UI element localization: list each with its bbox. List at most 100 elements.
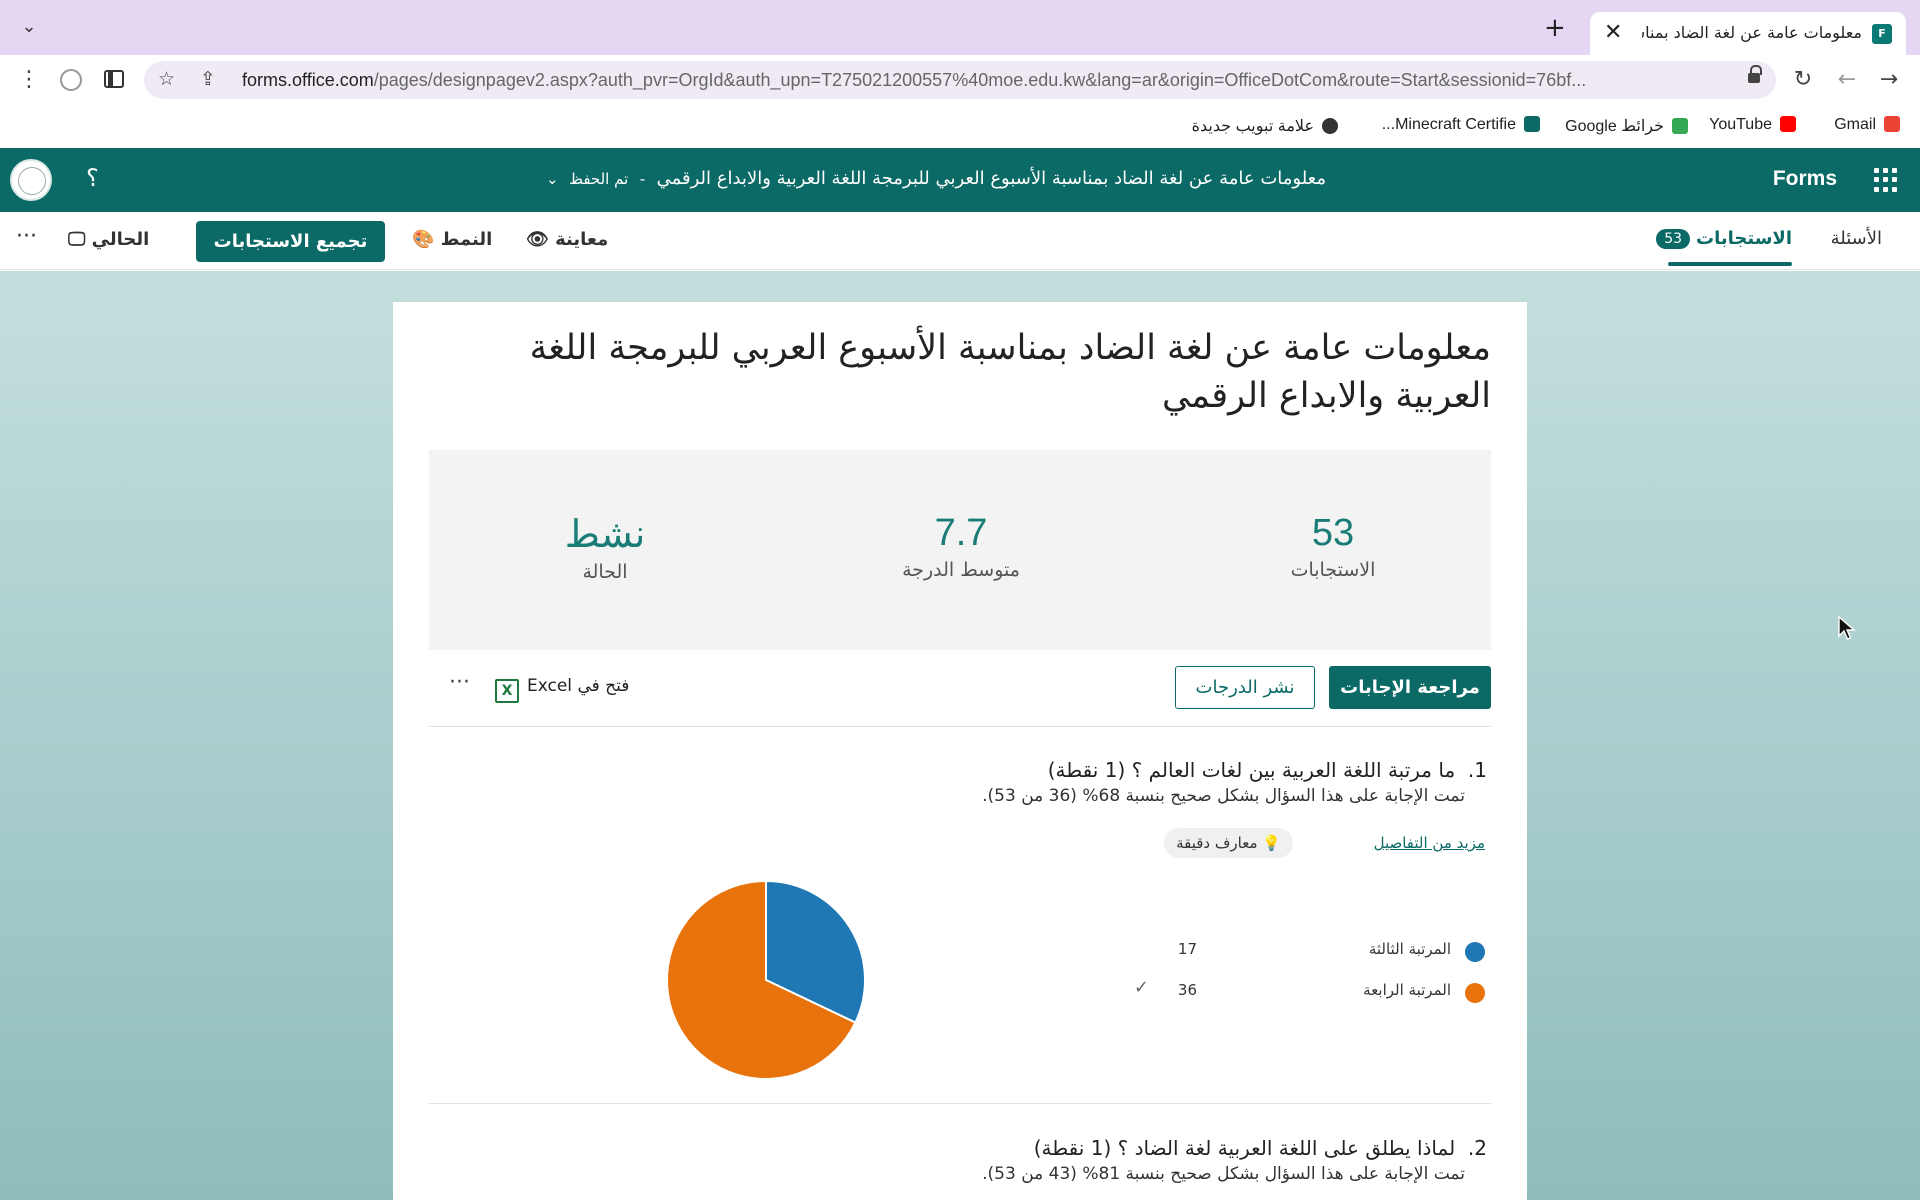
question-summary: تمت الإجابة على هذا السؤال بشكل صحيح بنس…: [982, 786, 1465, 806]
close-tab-icon[interactable]: ✕: [1604, 20, 1622, 45]
bookmark-youtube[interactable]: YouTube: [1709, 116, 1796, 134]
globe-icon: [1322, 118, 1338, 134]
divider: [429, 726, 1491, 727]
stat-label: الحالة: [582, 561, 628, 583]
side-panel-icon[interactable]: [104, 70, 124, 88]
more-details-link[interactable]: مزيد من التفاصيل: [1374, 834, 1485, 852]
collect-responses-button[interactable]: تجميع الاستجابات: [196, 221, 385, 262]
maps-icon: [1672, 118, 1688, 134]
google-icon: [1884, 116, 1900, 132]
present-label: الحالي: [91, 229, 150, 250]
legend-label: المرتبة الثالثة: [1368, 940, 1451, 958]
eye-icon: 👁: [526, 229, 549, 250]
chevron-down-icon[interactable]: ⌄: [546, 170, 563, 188]
tab-list-chevron-icon[interactable]: ⌄: [14, 16, 44, 40]
legend-item: المرتبة الرابعة 36 ✓: [1085, 977, 1485, 1007]
legend-label: المرتبة الرابعة: [1363, 981, 1451, 999]
tab-title: معلومات عامة عن لغة الضاد بمناسبة: [1642, 23, 1862, 42]
divider: [429, 1103, 1491, 1104]
stat-label: متوسط الدرجة: [902, 559, 1020, 581]
document-title-text: معلومات عامة عن لغة الضاد بمناسبة الأسبو…: [656, 168, 1326, 189]
more-options-icon[interactable]: ···: [16, 224, 37, 249]
tab-responses-label: الاستجابات: [1696, 228, 1792, 249]
legend-item: المرتبة الثالثة 17: [1085, 936, 1485, 966]
browser-tab-active[interactable]: F معلومات عامة عن لغة الضاد بمناسبة ✕: [1590, 12, 1906, 55]
stat-average-score: 7.7 متوسط الدرجة: [841, 512, 1081, 581]
bookmark-gmail[interactable]: Gmail: [1834, 116, 1900, 134]
app-launcher-icon[interactable]: [1874, 168, 1898, 192]
url-host: forms.office.com: [242, 70, 374, 90]
question-number: 1.: [1467, 758, 1487, 782]
lock-icon[interactable]: [1748, 65, 1762, 85]
publish-scores-button[interactable]: نشر الدرجات: [1175, 666, 1315, 709]
legend-count: 36: [1177, 981, 1197, 999]
question-text: لماذا يطلق على اللغة العربية لغة الضاد ؟…: [1033, 1136, 1456, 1160]
address-bar[interactable]: ☆ ⇪ forms.office.com/pages/designpagev2.…: [144, 61, 1776, 99]
document-title[interactable]: معلومات عامة عن لغة الضاد بمناسبة الأسبو…: [546, 168, 1326, 189]
bookmarks-bar: Gmail YouTube خرائط Google Minecraft Cer…: [0, 106, 1920, 148]
back-arrow-icon[interactable]: ←: [1832, 65, 1862, 95]
legend-swatch: [1465, 983, 1485, 1003]
monitor-icon: 🖵: [68, 229, 86, 250]
style-label: النمط: [440, 229, 493, 250]
url-text[interactable]: forms.office.com/pages/designpagev2.aspx…: [242, 70, 1732, 91]
preview-button[interactable]: معاينة 👁: [526, 229, 608, 250]
insights-label: معارف دقيقة: [1176, 834, 1258, 852]
form-title: معلومات عامة عن لغة الضاد بمناسبة الأسبو…: [529, 328, 1491, 416]
summary-stats: 53 الاستجابات 7.7 متوسط الدرجة نشط الحال…: [429, 450, 1491, 650]
saved-separator: -: [639, 170, 646, 188]
pie-chart: [666, 879, 866, 1080]
insights-chip[interactable]: 💡 معارف دقيقة: [1164, 828, 1293, 858]
palette-icon: 🎨: [412, 229, 435, 250]
url-path: /pages/designpagev2.aspx?auth_pvr=OrgId&…: [373, 70, 1587, 90]
stat-value: 53: [1311, 512, 1355, 554]
results-actions: مراجعة الإجابات نشر الدرجات فتح في Excel…: [429, 666, 1491, 710]
correct-check-icon: ✓: [1133, 977, 1149, 998]
present-button[interactable]: الحالي 🖵: [68, 229, 149, 250]
open-in-excel-button[interactable]: فتح في Excel X: [495, 676, 629, 703]
open-in-excel-label: فتح في Excel: [527, 676, 630, 696]
mouse-cursor-icon: [1838, 616, 1856, 640]
question-2: 2. لماذا يطلق على اللغة العربية لغة الضا…: [487, 1136, 1487, 1184]
forms-app-bar: Forms معلومات عامة عن لغة الضاد بمناسبة …: [0, 148, 1920, 212]
lightbulb-icon: 💡: [1262, 834, 1281, 852]
stat-label: الاستجابات: [1290, 559, 1376, 581]
avatar[interactable]: [10, 159, 52, 201]
tab-responses[interactable]: الاستجابات53: [1656, 228, 1792, 249]
question-number: 2.: [1467, 1136, 1487, 1160]
more-actions-icon[interactable]: ···: [449, 670, 470, 695]
question-summary: تمت الإجابة على هذا السؤال بشكل صحيح بنس…: [982, 1164, 1465, 1184]
browser-tab-strip: ⌄ + F معلومات عامة عن لغة الضاد بمناسبة …: [0, 0, 1920, 55]
preview-label: معاينة: [555, 229, 609, 250]
style-button[interactable]: النمط 🎨: [412, 229, 492, 250]
stat-status: نشط الحالة: [485, 512, 725, 583]
reload-icon[interactable]: ↻: [1788, 65, 1818, 95]
bookmark-new-tab[interactable]: علامة تبويب جديدة: [1192, 116, 1338, 136]
bookmark-google-maps[interactable]: خرائط Google: [1565, 116, 1688, 136]
active-tab-indicator: [1668, 262, 1792, 266]
command-bar: الأسئلة الاستجابات53 معاينة 👁 النمط 🎨 تج…: [0, 212, 1920, 270]
stat-value: نشط: [564, 514, 646, 556]
bookmark-star-icon[interactable]: ☆: [158, 68, 175, 90]
stat-value: 7.7: [934, 512, 988, 554]
help-icon[interactable]: ؟: [86, 164, 99, 192]
new-tab-button[interactable]: +: [1544, 15, 1566, 41]
saved-status: تم الحفظ: [569, 170, 629, 188]
legend-swatch: [1465, 942, 1485, 962]
youtube-icon: [1780, 116, 1796, 132]
pie-slices: [666, 879, 866, 1080]
question-1: 1. ما مرتبة اللغة العربية بين لغات العال…: [487, 758, 1487, 806]
profile-icon[interactable]: [60, 69, 82, 91]
forward-arrow-icon[interactable]: →: [1874, 65, 1904, 95]
review-answers-button[interactable]: مراجعة الإجابات: [1329, 666, 1491, 709]
tab-questions[interactable]: الأسئلة: [1831, 228, 1882, 249]
excel-icon: X: [495, 679, 519, 703]
share-icon[interactable]: ⇪: [200, 68, 216, 90]
browser-menu-icon[interactable]: ⋮: [14, 65, 44, 95]
bookmark-minecraft[interactable]: Minecraft Certifie...: [1382, 116, 1540, 134]
app-name[interactable]: Forms: [1773, 167, 1837, 191]
forms-icon: [1524, 116, 1540, 132]
legend-count: 17: [1177, 940, 1197, 958]
stat-responses: 53 الاستجابات: [1213, 512, 1453, 581]
responses-card: معلومات عامة عن لغة الضاد بمناسبة الأسبو…: [393, 302, 1527, 1200]
